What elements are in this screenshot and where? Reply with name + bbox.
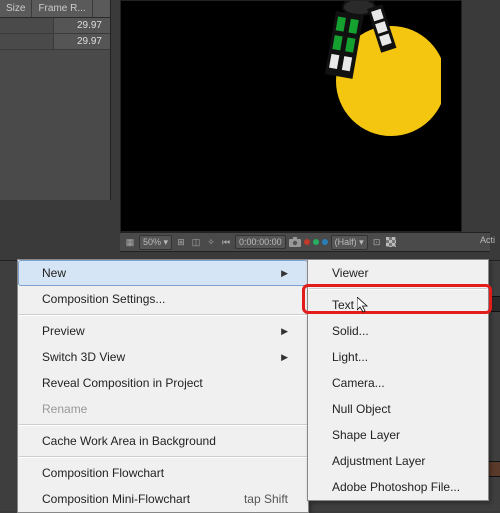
- project-panel-headers: Size Frame R...: [0, 0, 110, 18]
- menu-item-label: Rename: [42, 402, 87, 416]
- menu-item-label: Composition Mini-Flowchart: [42, 492, 190, 506]
- menu-item-new[interactable]: New ▶: [18, 260, 308, 286]
- view-icon[interactable]: ⊡: [371, 236, 383, 248]
- table-row[interactable]: 29.97: [0, 34, 110, 50]
- layer-icon[interactable]: ⊞: [175, 236, 187, 248]
- menu-item-label: Text: [332, 298, 354, 312]
- menu-item-label: Cache Work Area in Background: [42, 434, 216, 448]
- menu-separator: [19, 456, 307, 458]
- actions-label-cut: Acti: [477, 232, 498, 248]
- framerate-cell: 29.97: [53, 34, 110, 49]
- viewer-statusbar: ▦ 50% ▾ ⊞ ◫ ✧ ⏮ 0:00:00:00 (Half) ▾ ⊡: [120, 232, 490, 252]
- submenu-item-camera[interactable]: Camera...: [308, 370, 488, 396]
- transparency-toggle-icon[interactable]: [386, 237, 396, 247]
- menu-item-label: Null Object: [332, 402, 391, 416]
- channel-icons[interactable]: [304, 239, 328, 245]
- menu-item-label: Reveal Composition in Project: [42, 376, 203, 390]
- menu-item-composition-settings[interactable]: Composition Settings...: [18, 286, 308, 312]
- submenu-item-null-object[interactable]: Null Object: [308, 396, 488, 422]
- menu-item-label: Switch 3D View: [42, 350, 125, 364]
- guides-icon[interactable]: ✧: [205, 236, 217, 248]
- menu-item-label: Viewer: [332, 266, 368, 280]
- project-panel: Size Frame R... 29.97 29.97: [0, 0, 111, 200]
- framerate-cell: 29.97: [53, 18, 110, 33]
- submenu-item-solid[interactable]: Solid...: [308, 318, 488, 344]
- current-time[interactable]: 0:00:00:00: [235, 235, 286, 249]
- context-submenu-new: Viewer Text Solid... Light... Camera... Null …: [307, 259, 489, 501]
- menu-item-shortcut: tap Shift: [244, 492, 288, 506]
- menu-item-label: Composition Flowchart: [42, 466, 164, 480]
- table-row[interactable]: 29.97: [0, 18, 110, 34]
- menu-item-cache-work-area-in-background[interactable]: Cache Work Area in Background: [18, 428, 308, 454]
- menu-separator: [19, 314, 307, 316]
- zoom-dropdown[interactable]: 50% ▾: [139, 235, 172, 250]
- submenu-item-adjustment-layer[interactable]: Adjustment Layer: [308, 448, 488, 474]
- submenu-arrow-icon: ▶: [281, 326, 288, 337]
- menu-item-label: Adobe Photoshop File...: [332, 480, 460, 494]
- menu-item-label: Preview: [42, 324, 85, 338]
- context-menu: New▶Composition Settings...Preview▶Switc…: [17, 259, 309, 513]
- menu-item-label: Camera...: [332, 376, 385, 390]
- submenu-item-adobe-photoshop-file[interactable]: Adobe Photoshop File...: [308, 474, 488, 500]
- menu-item-label: Composition Settings...: [42, 292, 165, 306]
- composition-viewer[interactable]: [120, 0, 462, 232]
- submenu-arrow-icon: ▶: [281, 268, 288, 279]
- quality-dropdown[interactable]: (Half) ▾: [331, 235, 368, 250]
- menu-item-preview[interactable]: Preview ▶: [18, 318, 308, 344]
- col-framerate[interactable]: Frame R...: [32, 0, 92, 17]
- submenu-item-text[interactable]: Text: [308, 292, 488, 318]
- mascot-graphic: [281, 0, 441, 161]
- submenu-item-viewer[interactable]: Viewer: [308, 260, 488, 286]
- menu-item-rename: Rename: [18, 396, 308, 422]
- menu-item-label: Light...: [332, 350, 368, 364]
- menu-item-switch-3d-view[interactable]: Switch 3D View ▶: [18, 344, 308, 370]
- menu-item-label: New: [42, 266, 66, 280]
- time-nav-icon[interactable]: ⏮: [220, 236, 232, 248]
- menu-item-composition-flowchart[interactable]: Composition Flowchart: [18, 460, 308, 486]
- submenu-item-light[interactable]: Light...: [308, 344, 488, 370]
- col-size[interactable]: Size: [0, 0, 32, 17]
- submenu-arrow-icon: ▶: [281, 352, 288, 363]
- snapshot-icon[interactable]: [289, 236, 301, 248]
- menu-item-label: Adjustment Layer: [332, 454, 425, 468]
- menu-item-label: Solid...: [332, 324, 369, 338]
- menu-separator: [309, 288, 487, 290]
- mask-icon[interactable]: ◫: [190, 236, 202, 248]
- submenu-item-shape-layer[interactable]: Shape Layer: [308, 422, 488, 448]
- menu-separator: [19, 424, 307, 426]
- menu-item-label: Shape Layer: [332, 428, 400, 442]
- grid-icon[interactable]: ▦: [124, 236, 136, 248]
- menu-item-composition-mini-flowchart[interactable]: Composition Mini-Flowchart tap Shift: [18, 486, 308, 512]
- menu-item-reveal-composition-in-project[interactable]: Reveal Composition in Project: [18, 370, 308, 396]
